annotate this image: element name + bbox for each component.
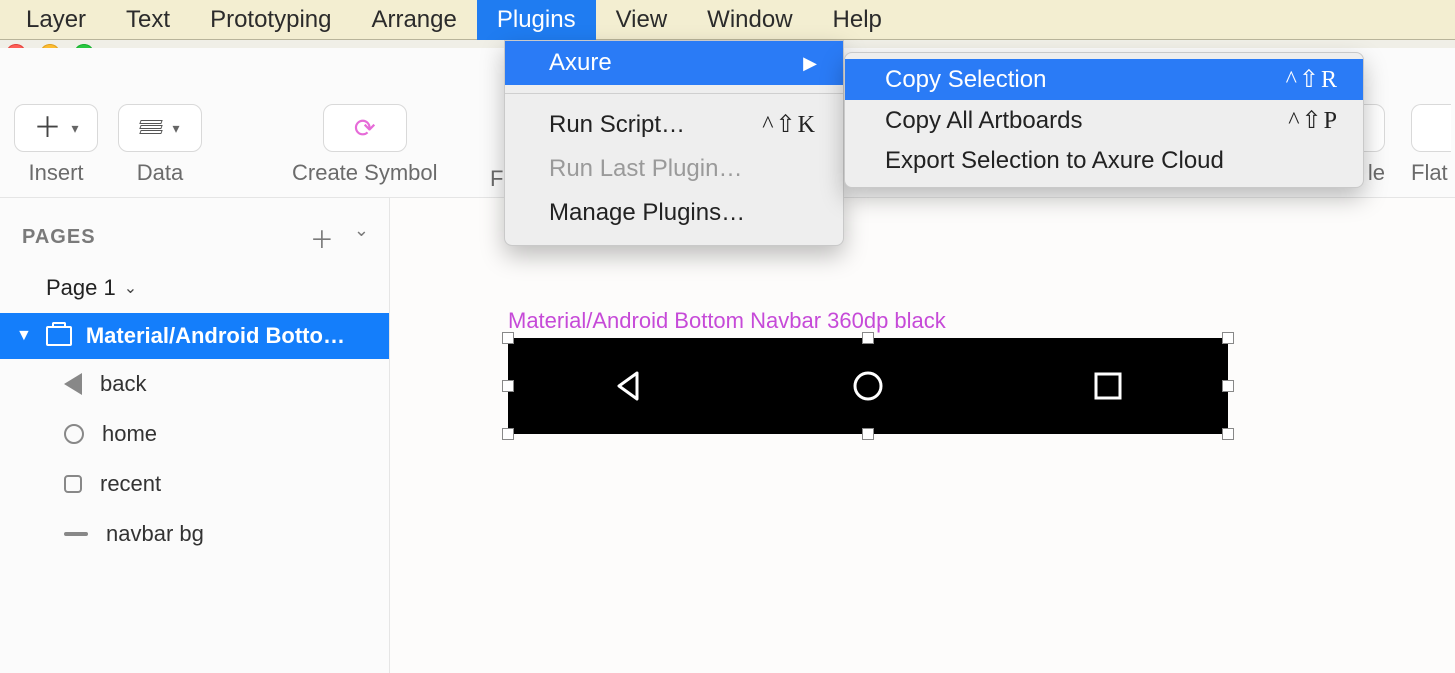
menu-view[interactable]: View [596,0,688,40]
plugins-menu: Axure ▶ Run Script… ^⇧K Run Last Plugin…… [504,40,844,246]
menu-item-axure[interactable]: Axure ▶ [505,41,843,85]
layer-label: back [100,371,146,397]
chevron-down-icon: ▾ [172,120,179,137]
android-navbar [508,338,1228,434]
menu-item-label: Run Last Plugin… [549,155,742,183]
layer-label: recent [100,471,161,497]
menu-item-label: Axure [549,49,612,77]
data-label: Data [137,160,183,186]
flat-button-partial[interactable] [1411,104,1451,152]
pages-chevron-icon[interactable]: ⌄ [354,220,369,255]
data-button[interactable]: ▾ [118,104,202,152]
axure-submenu: Copy Selection ^⇧R Copy All Artboards ^⇧… [844,52,1364,188]
menu-text[interactable]: Text [106,0,190,40]
shortcut-label: ^⇧K [762,110,817,139]
disclosure-triangle-icon[interactable]: ▼ [16,327,32,345]
toolbar-label-f: F [490,166,503,192]
menu-item-label: Copy All Artboards [885,107,1082,135]
artboard-layer-selected[interactable]: ▼ Material/Android Botto… [0,313,389,359]
rotate-icon: ⟳ [354,113,376,144]
menu-prototyping[interactable]: Prototyping [190,0,351,40]
square-icon [64,475,82,493]
insert-label: Insert [28,160,83,186]
artboard-icon [46,326,72,346]
submenu-item-export-axure-cloud[interactable]: Export Selection to Axure Cloud [845,141,1363,181]
artboard[interactable] [508,338,1228,434]
toolbar-right-label: le [1368,160,1385,186]
chevron-down-icon: ⌄ [124,278,137,298]
menu-item-label: Manage Plugins… [549,199,745,227]
triangle-icon [64,373,82,395]
create-symbol-button[interactable]: ⟳ [323,104,407,152]
pages-title: PAGES [22,226,96,249]
chevron-down-icon: ▾ [71,120,78,137]
menu-item-label: Run Script… [549,111,685,139]
menu-item-run-last-plugin: Run Last Plugin… [505,147,843,191]
menu-item-manage-plugins[interactable]: Manage Plugins… [505,191,843,235]
insert-button[interactable]: ＋ ▾ [14,104,98,152]
pages-header: PAGES ＋ ⌄ [0,198,389,263]
layer-row-back[interactable]: back [0,359,389,409]
page-label: Page 1 [46,275,116,301]
create-symbol-label: Create Symbol [292,160,438,186]
menu-item-label: Copy Selection [885,66,1046,94]
recent-icon [1091,369,1125,403]
home-icon [851,369,885,403]
submenu-item-copy-selection[interactable]: Copy Selection ^⇧R [845,59,1363,100]
back-icon [611,369,645,403]
menu-layer[interactable]: Layer [6,0,106,40]
layer-row-navbarbg[interactable]: navbar bg [0,509,389,559]
canvas[interactable]: Material/Android Bottom Navbar 360dp bla… [390,198,1455,673]
menu-plugins[interactable]: Plugins [477,0,596,40]
layer-label: home [102,421,157,447]
add-page-button[interactable]: ＋ [310,220,334,255]
submenu-arrow-icon: ▶ [803,53,817,74]
shortcut-label: ^⇧R [1286,65,1339,94]
artboard-title[interactable]: Material/Android Bottom Navbar 360dp bla… [508,308,946,334]
menu-separator [505,93,843,94]
sidebar: PAGES ＋ ⌄ Page 1 ⌄ ▼ Material/Android Bo… [0,198,390,673]
menu-item-run-script[interactable]: Run Script… ^⇧K [505,102,843,147]
menubar: Layer Text Prototyping Arrange Plugins V… [0,0,1455,40]
menu-window[interactable]: Window [687,0,812,40]
page-row[interactable]: Page 1 ⌄ [0,263,389,313]
line-icon [64,532,88,536]
flat-label: Flat [1411,160,1448,186]
menu-help[interactable]: Help [813,0,902,40]
menu-arrange[interactable]: Arrange [351,0,476,40]
shortcut-label: ^⇧P [1288,106,1339,135]
artboard-layer-label: Material/Android Botto… [86,323,345,349]
layers-icon [140,120,162,136]
circle-icon [64,424,84,444]
layer-label: navbar bg [106,521,204,547]
submenu-item-copy-all-artboards[interactable]: Copy All Artboards ^⇧P [845,100,1363,141]
layer-row-home[interactable]: home [0,409,389,459]
menu-item-label: Export Selection to Axure Cloud [885,147,1224,175]
layer-row-recent[interactable]: recent [0,459,389,509]
